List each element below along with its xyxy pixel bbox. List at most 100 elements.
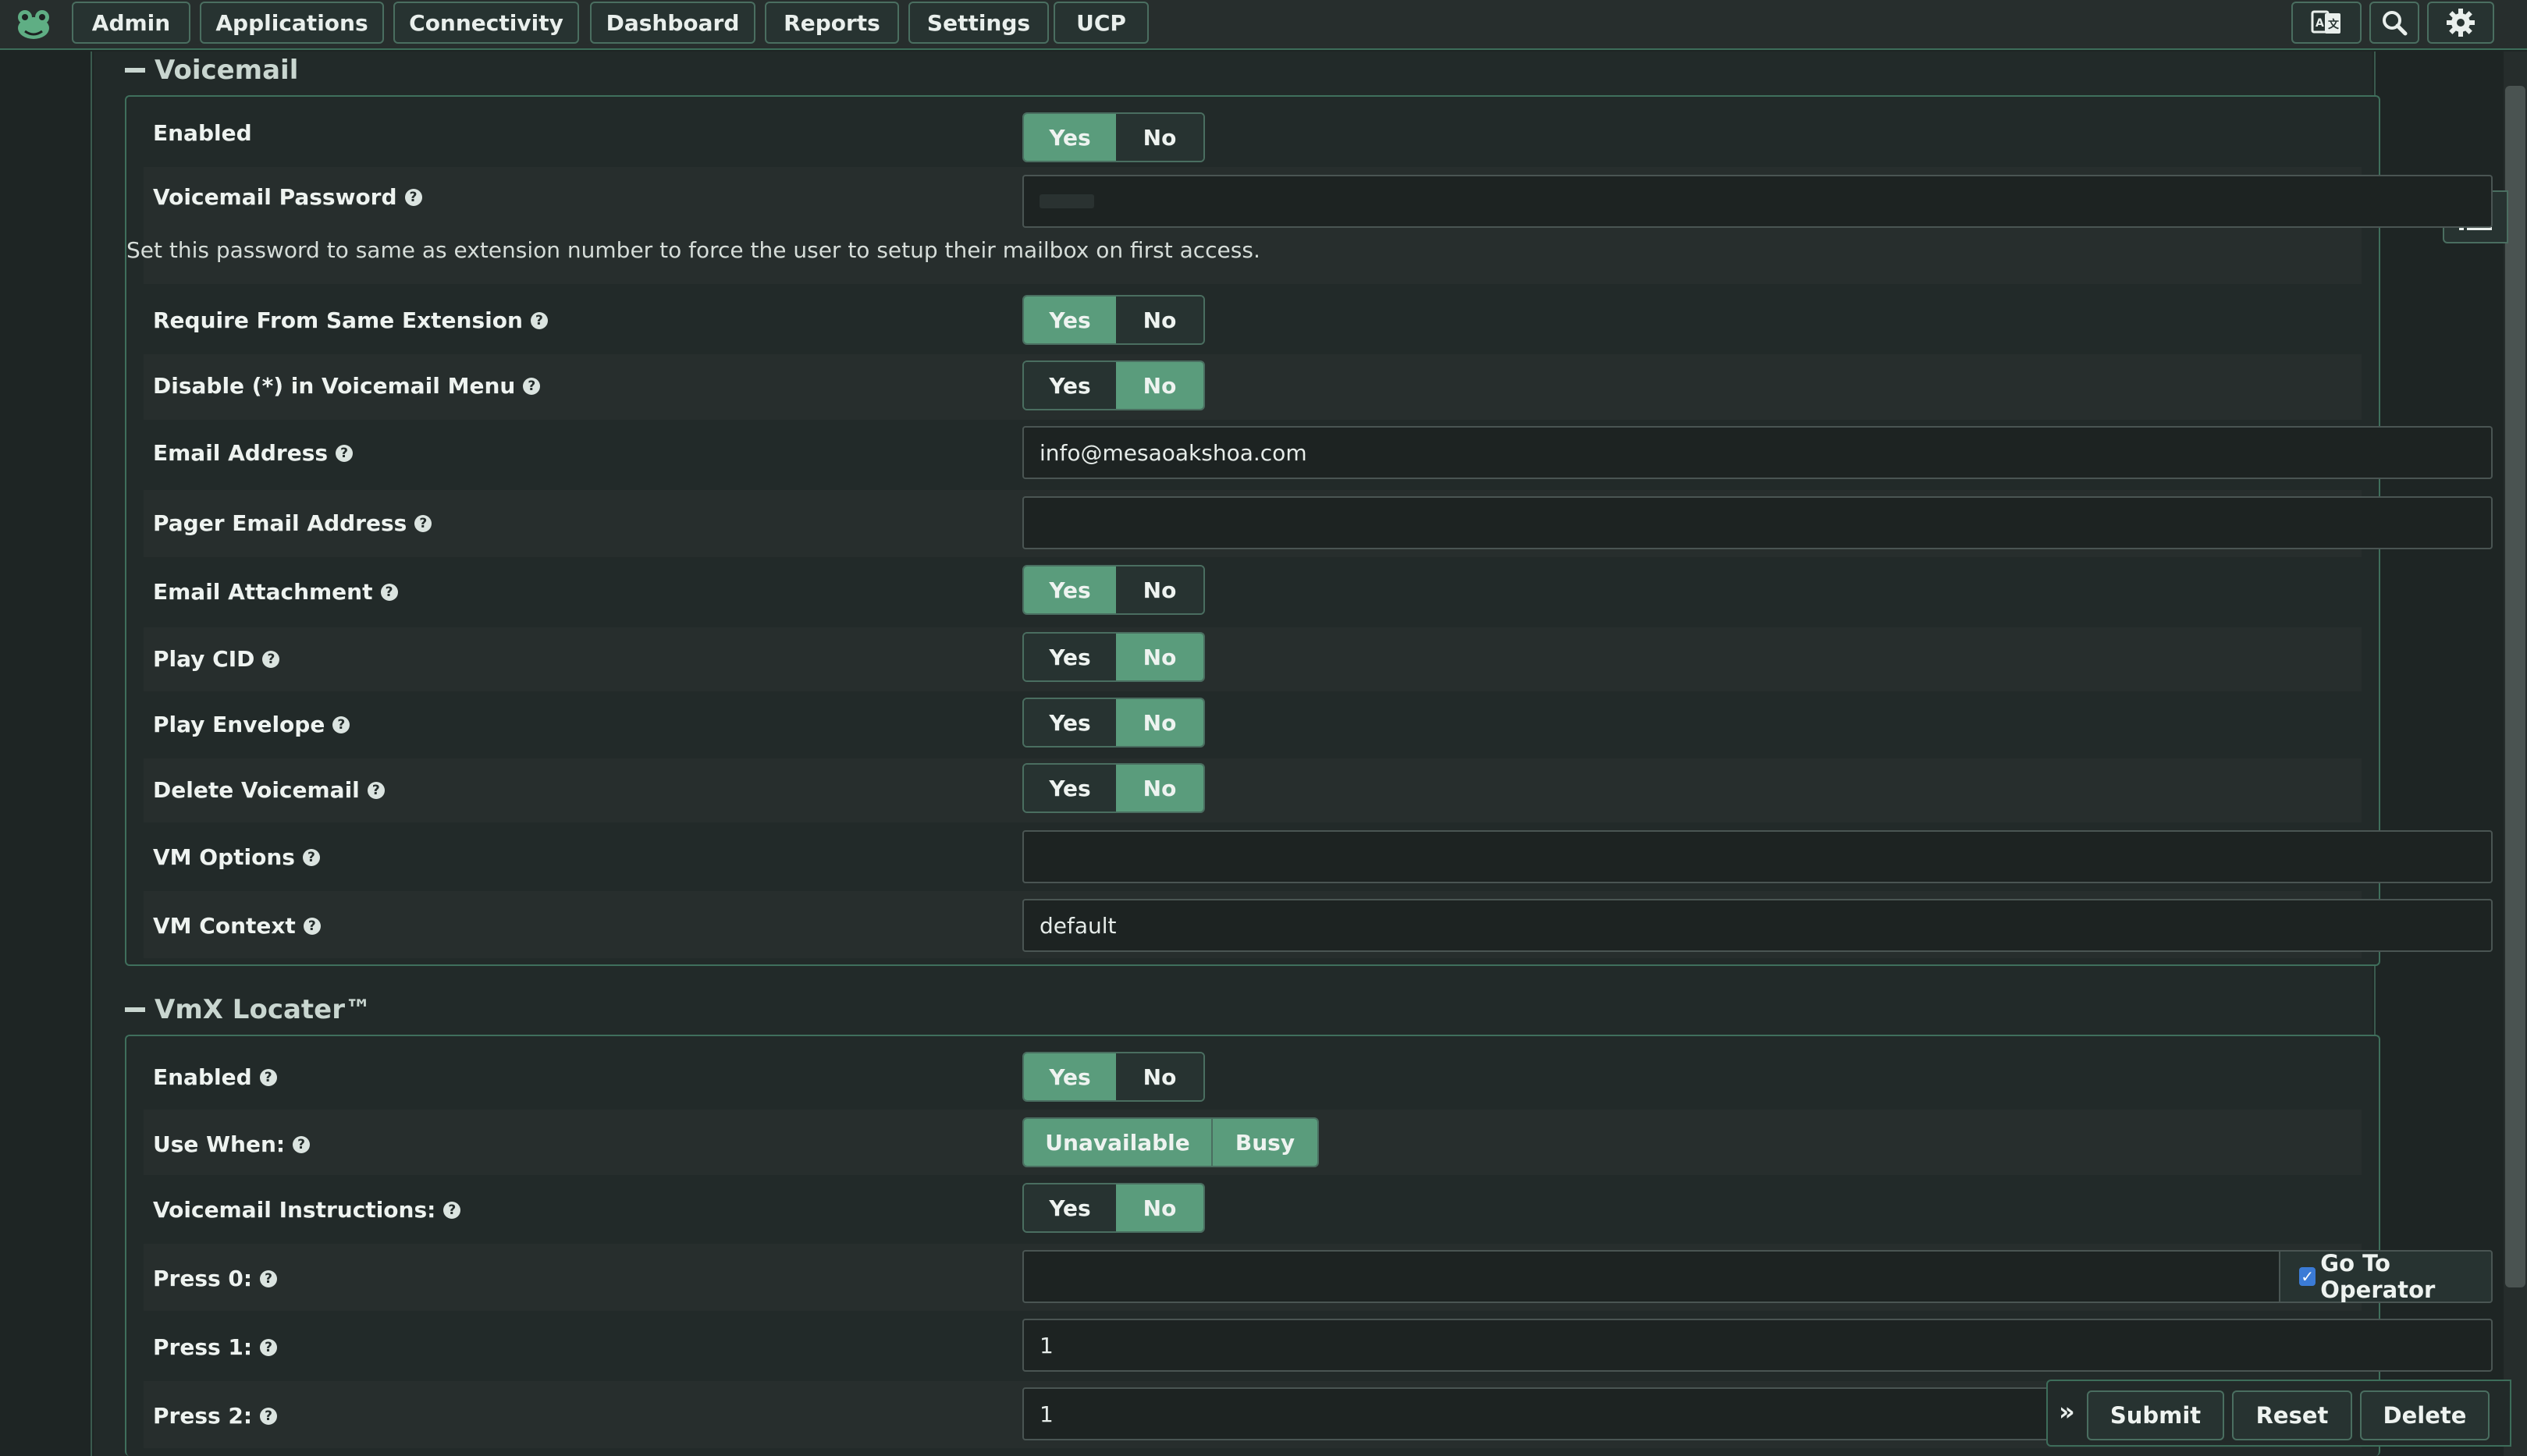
help-icon[interactable]: ?: [380, 583, 398, 601]
row-press-0: Press 0:? ✓ Go To Operator: [144, 1244, 2493, 1311]
row-pager-email: Pager Email Address?: [144, 490, 2493, 557]
row-delete-voicemail: Delete Voicemail? Yes No: [144, 758, 2362, 822]
press-1-input[interactable]: 1: [1022, 1319, 2493, 1372]
toggle-no[interactable]: No: [1116, 699, 1203, 746]
play-envelope-toggle[interactable]: Yes No: [1022, 698, 1205, 748]
field-label: Press 2:?: [153, 1403, 278, 1429]
help-icon[interactable]: ?: [404, 188, 422, 206]
field-label: Delete Voicemail?: [153, 777, 385, 803]
field-label: Email Attachment?: [153, 579, 398, 605]
toggle-yes[interactable]: Yes: [1024, 362, 1116, 409]
voicemail-instructions-toggle[interactable]: Yes No: [1022, 1183, 1205, 1233]
row-email-attachment: Email Attachment? Yes No: [144, 560, 2362, 626]
nav-ucp[interactable]: UCP: [1054, 2, 1149, 44]
voicemail-password-input[interactable]: [1022, 175, 2493, 228]
submit-button[interactable]: Submit: [2087, 1390, 2224, 1440]
gear-icon[interactable]: [2427, 2, 2494, 44]
help-icon[interactable]: ?: [414, 514, 432, 532]
toggle-no[interactable]: No: [1116, 765, 1203, 811]
collapse-icon[interactable]: [125, 68, 145, 73]
delete-button[interactable]: Delete: [2360, 1390, 2490, 1440]
press-0-input[interactable]: [1022, 1250, 2280, 1303]
use-when-busy[interactable]: Busy: [1211, 1119, 1317, 1166]
collapse-actions-icon[interactable]: »: [2059, 1397, 2075, 1426]
toggle-yes[interactable]: Yes: [1024, 566, 1116, 613]
go-to-operator-option[interactable]: ✓ Go To Operator: [2279, 1250, 2493, 1303]
toggle-no[interactable]: No: [1116, 297, 1203, 343]
vmx-section-header[interactable]: VmX Locater™: [125, 994, 371, 1025]
collapse-icon[interactable]: [125, 1007, 145, 1012]
delete-voicemail-toggle[interactable]: Yes No: [1022, 763, 1205, 813]
help-icon[interactable]: ?: [259, 1068, 277, 1086]
toggle-yes[interactable]: Yes: [1024, 297, 1116, 343]
row-vmx-enabled: Enabled? Yes No: [144, 1036, 2362, 1110]
row-vm-options: VM Options?: [144, 824, 2493, 890]
nav-settings[interactable]: Settings: [908, 2, 1049, 44]
help-icon[interactable]: ?: [260, 1407, 278, 1425]
go-to-operator-label: Go To Operator: [2320, 1250, 2436, 1303]
help-icon[interactable]: ?: [260, 1338, 278, 1356]
help-icon[interactable]: ?: [303, 917, 321, 935]
help-icon[interactable]: ?: [260, 1270, 278, 1287]
help-icon[interactable]: ?: [523, 377, 541, 395]
disable-star-toggle[interactable]: Yes No: [1022, 360, 1205, 410]
scrollbar-thumb[interactable]: [2505, 86, 2525, 1287]
email-address-input[interactable]: info@mesaoakshoa.com: [1022, 426, 2493, 479]
toggle-no[interactable]: No: [1116, 1053, 1203, 1100]
toggle-yes[interactable]: Yes: [1024, 1053, 1116, 1100]
floating-action-bar: » Submit Reset Delete: [2046, 1380, 2511, 1447]
toggle-no[interactable]: No: [1116, 362, 1203, 409]
row-use-when: Use When:? Unavailable Busy: [144, 1110, 2362, 1175]
svg-text:文: 文: [2328, 18, 2340, 31]
toggle-yes[interactable]: Yes: [1024, 1184, 1116, 1231]
toggle-no[interactable]: No: [1116, 566, 1203, 613]
nav-admin[interactable]: Admin: [72, 2, 190, 44]
vm-context-input[interactable]: default: [1022, 899, 2493, 952]
field-label: Pager Email Address?: [153, 510, 432, 536]
reset-button[interactable]: Reset: [2232, 1390, 2352, 1440]
row-press-1: Press 1:? 1: [144, 1312, 2493, 1380]
use-when-unavailable[interactable]: Unavailable: [1024, 1119, 1211, 1166]
toggle-no[interactable]: No: [1116, 634, 1203, 680]
nav-reports[interactable]: Reports: [765, 2, 899, 44]
require-same-ext-toggle[interactable]: Yes No: [1022, 295, 1205, 345]
voicemail-section-header[interactable]: Voicemail: [125, 55, 298, 86]
help-icon[interactable]: ?: [293, 1135, 311, 1153]
help-icon[interactable]: ?: [336, 444, 354, 462]
field-label: Play Envelope?: [153, 712, 350, 737]
vmx-enabled-toggle[interactable]: Yes No: [1022, 1052, 1205, 1102]
email-attachment-toggle[interactable]: Yes No: [1022, 565, 1205, 615]
toggle-yes[interactable]: Yes: [1024, 114, 1116, 161]
help-icon[interactable]: ?: [332, 716, 350, 733]
help-icon[interactable]: ?: [367, 781, 385, 799]
row-disable-star: Disable (*) in Voicemail Menu? Yes No: [144, 354, 2362, 420]
vm-enabled-toggle[interactable]: Yes No: [1022, 112, 1205, 162]
row-voicemail-instructions: Voicemail Instructions:? Yes No: [144, 1177, 2362, 1242]
search-icon[interactable]: [2369, 2, 2419, 44]
toggle-yes[interactable]: Yes: [1024, 634, 1116, 680]
use-when-selector[interactable]: Unavailable Busy: [1022, 1117, 1319, 1167]
toggle-yes[interactable]: Yes: [1024, 699, 1116, 746]
translate-icon[interactable]: A 文: [2291, 2, 2362, 44]
toggle-yes[interactable]: Yes: [1024, 765, 1116, 811]
go-to-operator-checkbox[interactable]: ✓: [2299, 1267, 2316, 1286]
field-label: Email Address?: [153, 440, 354, 466]
help-icon[interactable]: ?: [443, 1201, 461, 1219]
row-vm-context: VM Context? default: [144, 891, 2493, 958]
nav-connectivity[interactable]: Connectivity: [393, 2, 579, 44]
frog-logo-icon[interactable]: [14, 6, 53, 42]
field-label: Play CID?: [153, 646, 280, 672]
help-icon[interactable]: ?: [530, 311, 548, 329]
top-navbar: Admin Applications Connectivity Dashboar…: [0, 0, 2527, 50]
help-icon[interactable]: ?: [302, 848, 320, 866]
toggle-no[interactable]: No: [1116, 1184, 1203, 1231]
vm-options-input[interactable]: [1022, 830, 2493, 883]
nav-applications[interactable]: Applications: [200, 2, 384, 44]
toggle-no[interactable]: No: [1116, 114, 1203, 161]
row-require-same-ext: Require From Same Extension? Yes No: [144, 287, 2362, 353]
field-label: VM Options?: [153, 844, 320, 870]
help-icon[interactable]: ?: [262, 650, 280, 668]
nav-dashboard[interactable]: Dashboard: [590, 2, 755, 44]
pager-email-input[interactable]: [1022, 496, 2493, 549]
play-cid-toggle[interactable]: Yes No: [1022, 632, 1205, 682]
